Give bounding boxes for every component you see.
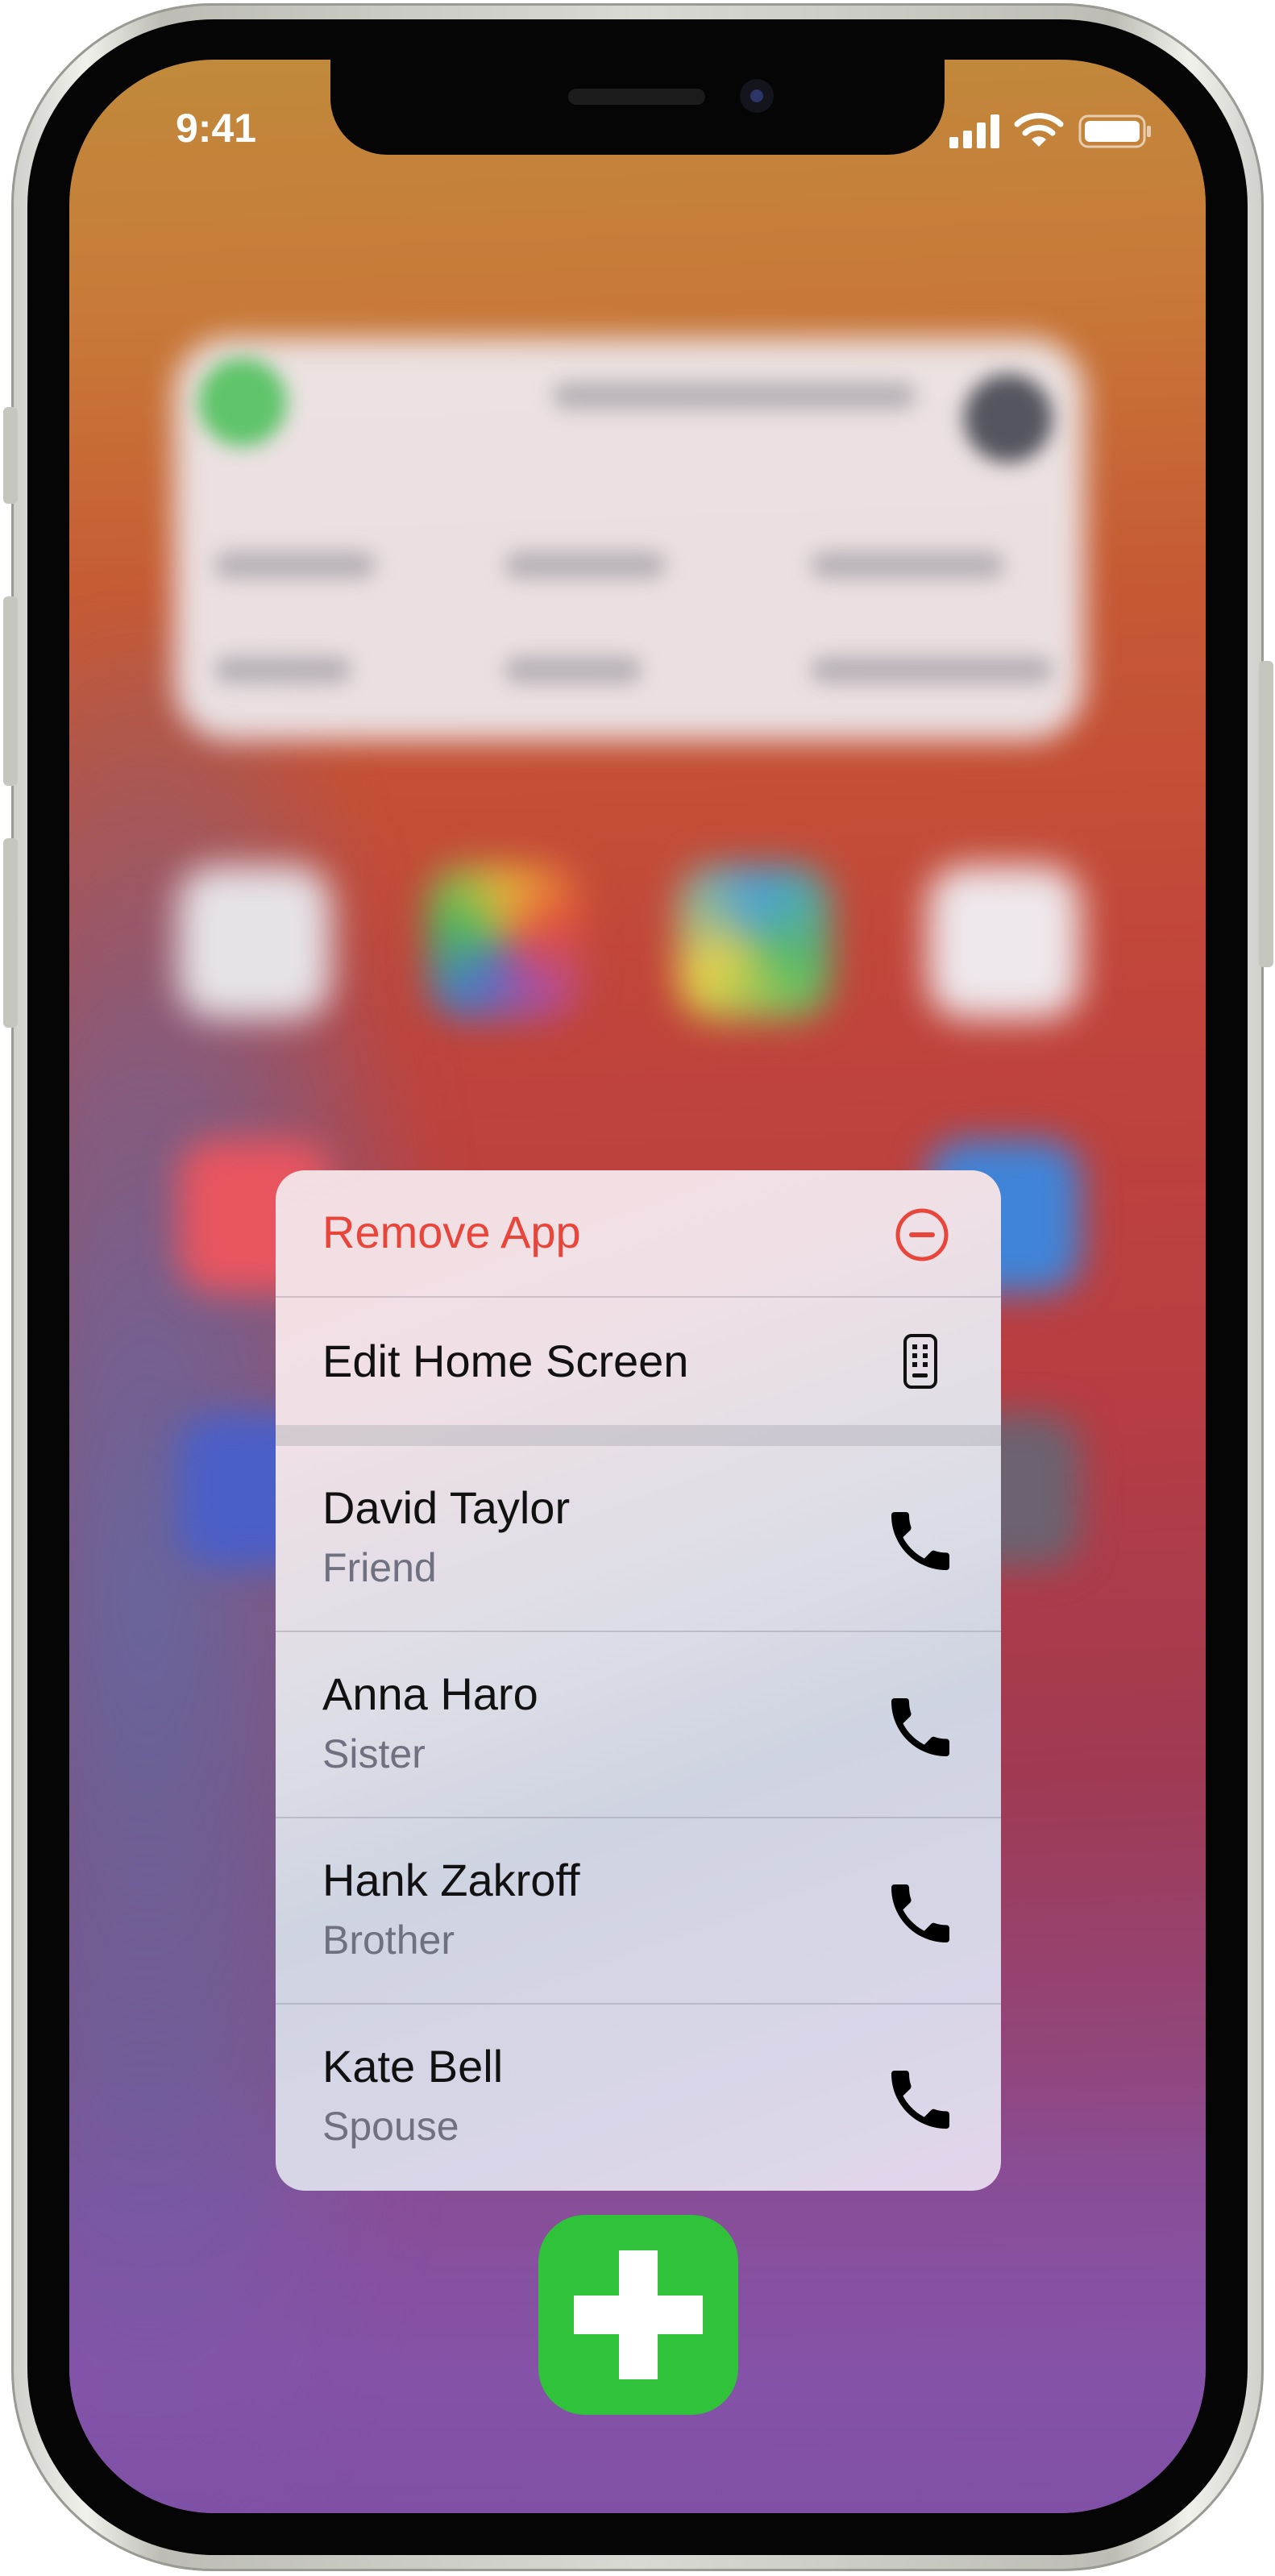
contact-name: David Taylor bbox=[322, 1482, 571, 1533]
remove-app-item[interactable]: Remove App bbox=[276, 1170, 1001, 1298]
phone-call-icon[interactable] bbox=[882, 1875, 959, 1952]
contact-name: Kate Bell bbox=[322, 2041, 504, 2092]
blurred-widget-text bbox=[811, 551, 1004, 579]
contact-relation: Sister bbox=[322, 1731, 426, 1776]
blurred-widget-text bbox=[553, 382, 916, 409]
remove-app-label: Remove App bbox=[322, 1207, 581, 1257]
context-menu: Remove App Edit Home Screen David Taylor… bbox=[276, 1170, 1001, 2191]
signal-icon bbox=[949, 114, 999, 148]
mute-switch bbox=[3, 407, 18, 504]
blurred-widget-text bbox=[505, 656, 642, 683]
status-time: 9:41 bbox=[176, 106, 257, 151]
power-button bbox=[1259, 661, 1273, 967]
contact-item[interactable]: Hank Zakroff Brother bbox=[276, 1818, 1001, 2005]
blurred-app-icon bbox=[678, 866, 831, 1019]
blurred-widget-text bbox=[811, 656, 1053, 683]
battery-icon bbox=[1078, 114, 1151, 148]
plus-icon bbox=[574, 2296, 703, 2334]
blurred-widget-icon bbox=[198, 358, 287, 447]
blurred-app-icon bbox=[428, 866, 581, 1019]
contact-item[interactable]: David Taylor Friend bbox=[276, 1446, 1001, 1632]
front-camera bbox=[740, 79, 774, 113]
notch bbox=[330, 60, 945, 155]
edit-home-screen-item[interactable]: Edit Home Screen bbox=[276, 1298, 1001, 1425]
speaker-grille bbox=[568, 89, 705, 105]
phone-apps-icon bbox=[903, 1334, 937, 1389]
blurred-app-icon bbox=[178, 866, 331, 1019]
phone-call-icon[interactable] bbox=[882, 2061, 959, 2138]
contact-name: Hank Zakroff bbox=[322, 1855, 580, 1905]
contact-item[interactable]: Anna Haro Sister bbox=[276, 1632, 1001, 1818]
plus-app-icon[interactable] bbox=[538, 2215, 738, 2415]
menu-section-separator bbox=[276, 1425, 1001, 1446]
edit-home-screen-label: Edit Home Screen bbox=[322, 1336, 689, 1386]
phone-call-icon[interactable] bbox=[882, 1689, 959, 1766]
contact-name: Anna Haro bbox=[322, 1668, 538, 1719]
blurred-widget-text bbox=[214, 656, 351, 683]
blurred-widget-text bbox=[505, 551, 666, 579]
contact-relation: Spouse bbox=[322, 2104, 459, 2149]
blurred-widget-avatar bbox=[964, 374, 1053, 463]
blurred-widget-text bbox=[214, 551, 376, 579]
phone-call-icon[interactable] bbox=[882, 1502, 959, 1580]
contact-relation: Friend bbox=[322, 1545, 437, 1590]
contact-relation: Brother bbox=[322, 1917, 455, 1963]
wifi-icon bbox=[1014, 113, 1064, 147]
minus-circle-icon bbox=[895, 1208, 949, 1261]
volume-up-button bbox=[3, 596, 18, 786]
volume-down-button bbox=[3, 838, 18, 1028]
contact-item[interactable]: Kate Bell Spouse bbox=[276, 2005, 1001, 2191]
blurred-app-icon bbox=[928, 866, 1081, 1019]
